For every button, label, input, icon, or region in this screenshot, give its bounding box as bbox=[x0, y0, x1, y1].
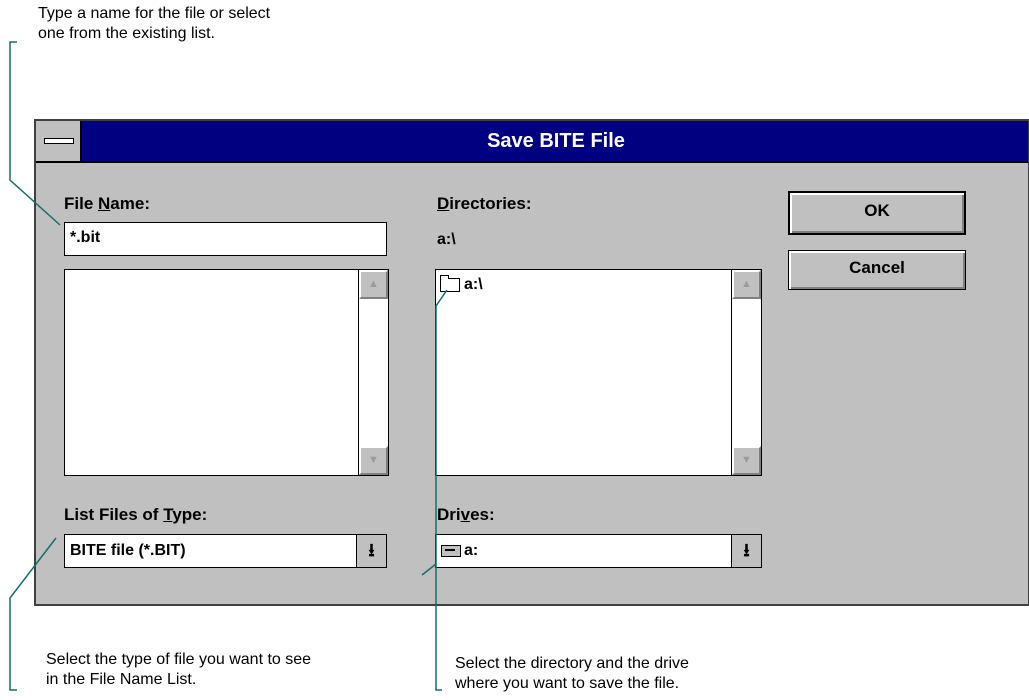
cancel-button[interactable]: Cancel bbox=[788, 250, 966, 290]
ok-button[interactable]: OK bbox=[788, 191, 966, 235]
file-name-input[interactable]: *.bit bbox=[64, 222, 387, 256]
file-list-scrollbar[interactable]: ▲ ▼ bbox=[358, 270, 388, 475]
list-item[interactable]: a:\ bbox=[440, 274, 483, 294]
file-type-select[interactable]: BITE file (*.BIT) ⭳ bbox=[64, 534, 387, 568]
scroll-down-arrow-icon[interactable]: ▼ bbox=[732, 446, 761, 475]
scroll-down-arrow-icon[interactable]: ▼ bbox=[359, 446, 388, 475]
callout-directory-drive: Select the directory and the drive where… bbox=[455, 655, 689, 692]
directory-list-scrollbar[interactable]: ▲ ▼ bbox=[731, 270, 761, 475]
dropdown-arrow-icon: ⭳ bbox=[743, 540, 750, 560]
drive-dropdown-button[interactable]: ⭳ bbox=[731, 535, 761, 567]
save-dialog: Save BITE File File Name: *.bit ▲ ▼ List… bbox=[34, 119, 1029, 606]
system-menu-icon bbox=[44, 138, 74, 144]
drives-label: Drives: bbox=[437, 505, 495, 524]
drive-select[interactable]: a: ⭳ bbox=[435, 534, 762, 568]
floppy-drive-icon bbox=[441, 544, 461, 557]
file-type-value: BITE file (*.BIT) bbox=[70, 542, 186, 559]
file-type-label: List Files of Type: bbox=[64, 505, 208, 524]
callout-file-type: Select the type of file you want to see … bbox=[46, 651, 312, 688]
callout-file-name: Type a name for the file or select one f… bbox=[38, 5, 271, 42]
file-name-list[interactable]: ▲ ▼ bbox=[64, 269, 389, 476]
drive-value: a: bbox=[464, 542, 479, 559]
scroll-up-arrow-icon[interactable]: ▲ bbox=[732, 270, 761, 299]
file-name-label: File Name: bbox=[64, 194, 150, 213]
open-folder-icon bbox=[440, 274, 460, 292]
dropdown-arrow-icon: ⭳ bbox=[368, 540, 375, 560]
current-directory-path: a:\ bbox=[437, 231, 456, 248]
file-type-dropdown-button[interactable]: ⭳ bbox=[356, 535, 386, 567]
dialog-title: Save BITE File bbox=[487, 130, 625, 152]
scroll-up-arrow-icon[interactable]: ▲ bbox=[359, 270, 388, 299]
title-bar: Save BITE File bbox=[36, 121, 1028, 163]
system-menu-button[interactable] bbox=[36, 121, 82, 161]
directories-label: Directories: bbox=[437, 194, 532, 213]
directory-list[interactable]: a:\ ▲ ▼ bbox=[435, 269, 762, 476]
